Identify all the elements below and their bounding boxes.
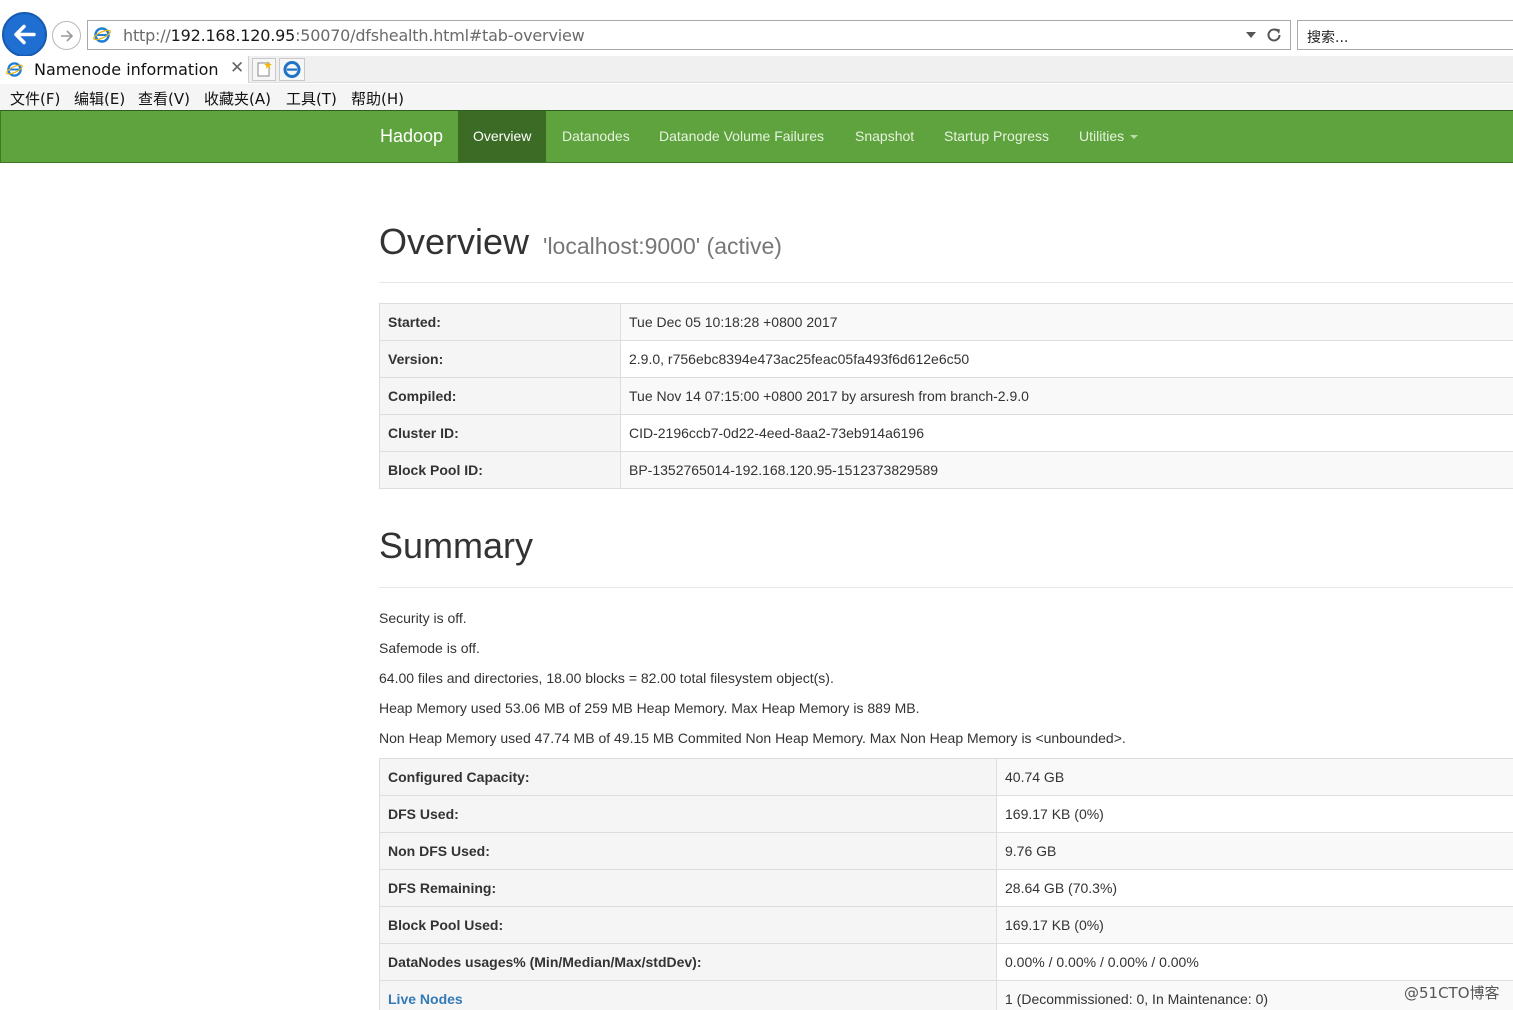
overview-table: Started: Tue Dec 05 10:18:28 +0800 2017 Ve…	[379, 303, 1513, 489]
row-key: Started:	[379, 303, 621, 341]
row-key: Non DFS Used:	[379, 832, 997, 870]
brand-link[interactable]: Hadoop	[380, 126, 443, 147]
url-field[interactable]: http://192.168.120.95:50070/dfshealth.ht…	[87, 20, 1291, 50]
row-value: CID-2196ccb7-0d22-4eed-8aa2-73eb914a6196	[620, 414, 1513, 452]
menu-favorites[interactable]: 收藏夹(A)	[204, 88, 271, 109]
divider	[379, 587, 1513, 588]
menu-tools[interactable]: 工具(T)	[286, 88, 337, 109]
row-value: Tue Nov 14 07:15:00 +0800 2017 by arsure…	[620, 377, 1513, 415]
row-value: 28.64 GB (70.3%)	[996, 869, 1513, 907]
row-value: 2.9.0, r756ebc8394e473ac25feac05fa493f6d…	[620, 340, 1513, 378]
heap-memory: Heap Memory used 53.06 MB of 259 MB Heap…	[379, 700, 920, 716]
security-status: Security is off.	[379, 610, 467, 626]
nav-overview[interactable]: Overview	[458, 111, 547, 162]
hadoop-navbar: Hadoop Overview Datanodes Datanode Volum…	[0, 110, 1513, 163]
arrow-left-icon	[14, 24, 36, 45]
menu-help[interactable]: 帮助(H)	[351, 88, 404, 109]
table-row: DFS Remaining: 28.64 GB (70.3%)	[379, 869, 1513, 907]
row-key: Live Nodes	[379, 980, 997, 1010]
summary-heading: Summary	[379, 525, 534, 566]
table-row: Live Nodes 1 (Decommissioned: 0, In Maint…	[379, 980, 1513, 1010]
menu-view[interactable]: 查看(V)	[138, 88, 190, 109]
table-row: Non DFS Used: 9.76 GB	[379, 832, 1513, 870]
watermark: @51CTO博客	[1404, 984, 1500, 1002]
row-key: Version:	[379, 340, 621, 378]
new-tab-icon	[257, 61, 272, 77]
live-nodes-link[interactable]: Live Nodes	[388, 991, 463, 1007]
row-value: 9.76 GB	[996, 832, 1513, 870]
nav-utilities[interactable]: Utilities	[1064, 111, 1153, 162]
row-key: Block Pool Used:	[379, 906, 997, 944]
table-row: Version: 2.9.0, r756ebc8394e473ac25feac05…	[379, 340, 1513, 378]
search-input[interactable]: 搜索...	[1297, 20, 1513, 50]
nav-utilities-label: Utilities	[1079, 128, 1125, 144]
table-row: DataNodes usages% (Min/Median/Max/stdDev…	[379, 943, 1513, 981]
edge-icon	[283, 61, 301, 78]
row-value: 0.00% / 0.00% / 0.00% / 0.00%	[996, 943, 1513, 981]
row-key: Configured Capacity:	[379, 758, 997, 796]
row-key: DataNodes usages% (Min/Median/Max/stdDev…	[379, 943, 997, 981]
url-dropdown-icon[interactable]	[1246, 32, 1256, 38]
non-heap-memory: Non Heap Memory used 47.74 MB of 49.15 M…	[379, 730, 1126, 746]
new-tab-button[interactable]	[252, 58, 276, 81]
row-value: 169.17 KB (0%)	[996, 795, 1513, 833]
arrow-right-icon	[61, 30, 74, 42]
url-text: http://192.168.120.95:50070/dfshealth.ht…	[123, 26, 585, 45]
forward-button[interactable]	[52, 21, 81, 50]
row-value: BP-1352765014-192.168.120.95-15123738295…	[620, 451, 1513, 489]
nav-datanodes[interactable]: Datanodes	[547, 111, 645, 162]
row-value: Tue Dec 05 10:18:28 +0800 2017	[620, 303, 1513, 341]
row-key: Block Pool ID:	[379, 451, 621, 489]
filesystem-objects: 64.00 files and directories, 18.00 block…	[379, 670, 834, 686]
close-tab-icon[interactable]: ✕	[230, 58, 244, 78]
divider	[379, 282, 1513, 283]
address-bar-row: http://192.168.120.95:50070/dfshealth.ht…	[0, 0, 1513, 57]
overview-subtitle: 'localhost:9000' (active)	[543, 233, 782, 259]
nav-startup-progress[interactable]: Startup Progress	[929, 111, 1064, 162]
table-row: Cluster ID: CID-2196ccb7-0d22-4eed-8aa2-7…	[379, 414, 1513, 452]
tab-strip: Namenode information ✕	[0, 56, 1513, 83]
menu-bar: 文件(F) 编辑(E) 查看(V) 收藏夹(A) 工具(T) 帮助(H)	[0, 84, 1513, 110]
table-row: Compiled: Tue Nov 14 07:15:00 +0800 2017 …	[379, 377, 1513, 415]
row-key: DFS Remaining:	[379, 869, 997, 907]
safemode-status: Safemode is off.	[379, 640, 480, 656]
overview-heading: Overview 'localhost:9000' (active)	[379, 221, 782, 262]
summary-table: Configured Capacity: 40.74 GB DFS Used: 169…	[379, 758, 1513, 1010]
row-key: DFS Used:	[379, 795, 997, 833]
nav-datanode-volume-failures[interactable]: Datanode Volume Failures	[644, 111, 839, 162]
row-value: 169.17 KB (0%)	[996, 906, 1513, 944]
ie-page-icon	[93, 27, 111, 43]
table-row: Started: Tue Dec 05 10:18:28 +0800 2017	[379, 303, 1513, 341]
table-row: Configured Capacity: 40.74 GB	[379, 758, 1513, 796]
tab-namenode-information[interactable]: Namenode information ✕	[0, 56, 249, 83]
table-row: DFS Used: 169.17 KB (0%)	[379, 795, 1513, 833]
caret-down-icon	[1130, 135, 1139, 140]
nav-snapshot[interactable]: Snapshot	[840, 111, 929, 162]
open-edge-button[interactable]	[279, 58, 305, 81]
table-row: Block Pool ID: BP-1352765014-192.168.120.…	[379, 451, 1513, 489]
ie-tab-icon	[6, 62, 23, 77]
menu-edit[interactable]: 编辑(E)	[74, 88, 125, 109]
menu-file[interactable]: 文件(F)	[10, 88, 60, 109]
row-key: Compiled:	[379, 377, 621, 415]
table-row: Block Pool Used: 169.17 KB (0%)	[379, 906, 1513, 944]
back-button[interactable]	[2, 12, 47, 57]
row-key: Cluster ID:	[379, 414, 621, 452]
refresh-icon[interactable]	[1264, 25, 1284, 45]
row-value: 40.74 GB	[996, 758, 1513, 796]
